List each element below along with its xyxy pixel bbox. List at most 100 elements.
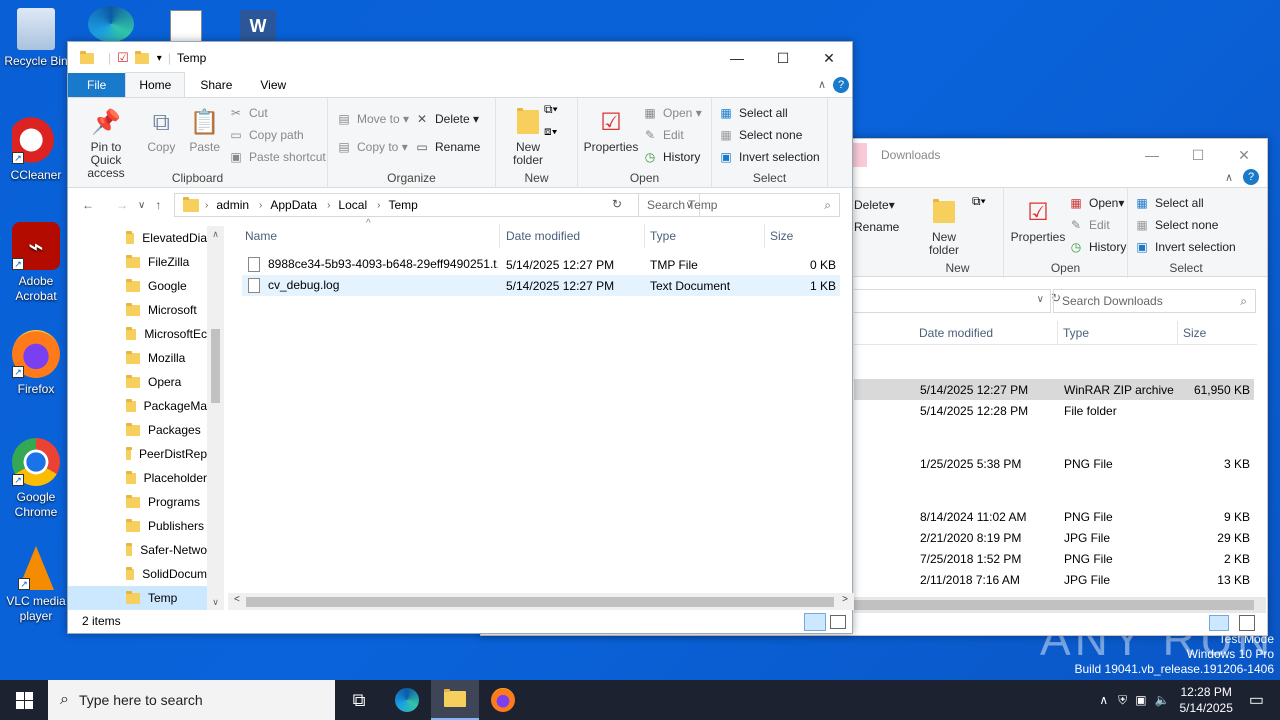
- details-view-button[interactable]: [804, 613, 826, 631]
- column-size[interactable]: Size: [765, 224, 841, 248]
- details-view-button[interactable]: [1209, 615, 1229, 631]
- rename-button[interactable]: ▭ Rename: [414, 136, 480, 158]
- search-downloads-input[interactable]: Search Downloads ⌕: [1053, 289, 1256, 313]
- nav-item[interactable]: Microsoft: [68, 298, 207, 322]
- column-type[interactable]: Type: [1058, 321, 1178, 345]
- delete-button[interactable]: ✕ Delete ▾: [414, 108, 480, 130]
- nav-item[interactable]: SolidDocum: [68, 562, 207, 586]
- customize-toolbar-icon[interactable]: ▾: [157, 53, 162, 64]
- ribbon-collapse-icon[interactable]: ∧: [1225, 171, 1233, 184]
- open-button[interactable]: ▦ Open ▾: [1068, 192, 1126, 214]
- temp-window[interactable]: | ☑ ▾ | Temp — ☐ ✕ File Home Share View …: [67, 41, 854, 634]
- chrome-shortcut[interactable]: ↗ Google Chrome: [0, 438, 72, 520]
- paste-button[interactable]: 📋 Paste: [185, 102, 225, 154]
- minimize-button[interactable]: —: [714, 42, 760, 74]
- select-none-button[interactable]: ▦ Select none: [1134, 214, 1238, 236]
- vlc-shortcut[interactable]: ↗ VLC media player: [0, 546, 72, 624]
- pin-to-quick-access-button[interactable]: 📌 Pin to Quick access: [74, 102, 138, 180]
- column-size[interactable]: Size: [1178, 321, 1258, 345]
- nav-item[interactable]: Google: [68, 274, 207, 298]
- properties-button[interactable]: ☑ Properties: [1010, 192, 1066, 244]
- network-icon[interactable]: ▣: [1135, 693, 1146, 707]
- new-folder-quick-icon[interactable]: [134, 50, 149, 64]
- nav-item[interactable]: Placeholder: [68, 466, 207, 490]
- column-date-modified[interactable]: Date modified: [914, 321, 1058, 345]
- maximize-button[interactable]: ☐: [1175, 139, 1221, 171]
- document-desktop-icon[interactable]: [170, 10, 202, 42]
- navigation-scrollbar[interactable]: ∧ ∨: [207, 226, 224, 610]
- forward-icon[interactable]: →: [116, 198, 128, 212]
- breadcrumb-temp[interactable]: Temp: [388, 198, 417, 212]
- large-icons-view-button[interactable]: [830, 615, 846, 629]
- nav-item[interactable]: Temp: [68, 586, 207, 610]
- nav-item[interactable]: PackageMa: [68, 394, 207, 418]
- column-type[interactable]: Type: [645, 224, 765, 248]
- copy-path-button[interactable]: ▭ Copy path: [228, 124, 326, 146]
- invert-selection-button[interactable]: ▣ Invert selection: [718, 146, 821, 168]
- breadcrumb-local[interactable]: Local: [338, 198, 367, 212]
- horizontal-scrollbar[interactable]: [854, 597, 1266, 613]
- nav-item[interactable]: Packages: [68, 418, 207, 442]
- refresh-icon[interactable]: ↻: [612, 197, 622, 211]
- start-button[interactable]: [0, 680, 48, 720]
- download-row[interactable]: 2/11/2018 7:16 AM JPG File 13 KB: [854, 569, 1254, 590]
- select-all-button[interactable]: ▦ Select all: [1134, 192, 1238, 214]
- new-item-icon[interactable]: ⧉▾: [972, 194, 986, 209]
- downloads-address-bar[interactable]: ∨: [854, 289, 1051, 313]
- maximize-button[interactable]: ☐: [760, 42, 806, 74]
- download-row[interactable]: 8/14/2024 11:02 AM PNG File 9 KB: [854, 506, 1254, 527]
- large-icons-view-button[interactable]: [1239, 615, 1255, 631]
- volume-icon[interactable]: 🔈: [1155, 693, 1170, 707]
- firefox-shortcut[interactable]: ↗ Firefox: [0, 330, 72, 397]
- breadcrumb-admin[interactable]: admin: [216, 198, 249, 212]
- recycle-bin-shortcut[interactable]: Recycle Bin: [0, 8, 72, 69]
- download-row[interactable]: 1/25/2025 5:38 PM PNG File 3 KB: [854, 453, 1254, 474]
- close-button[interactable]: ✕: [1221, 139, 1267, 171]
- nav-item[interactable]: Safer-Netwo: [68, 538, 207, 562]
- history-button[interactable]: ◷ History: [642, 146, 702, 168]
- file-row[interactable]: cv_debug.log 5/14/2025 12:27 PM Text Docum…: [242, 275, 840, 296]
- close-button[interactable]: ✕: [806, 42, 852, 74]
- download-row[interactable]: 2/21/2020 8:19 PM JPG File 29 KB: [854, 527, 1254, 548]
- nav-item[interactable]: Mozilla: [68, 346, 207, 370]
- move-to-button[interactable]: ▤ Move to ▾: [336, 108, 409, 130]
- column-name[interactable]: Name: [240, 224, 500, 248]
- firefox-taskbar-button[interactable]: [479, 680, 527, 720]
- properties-button[interactable]: ☑ Properties: [584, 102, 639, 154]
- notifications-icon[interactable]: ▭: [1249, 690, 1264, 710]
- nav-item[interactable]: ElevatedDia: [68, 226, 207, 250]
- up-icon[interactable]: ↑: [155, 198, 161, 212]
- breadcrumb-appdata[interactable]: AppData: [270, 198, 317, 212]
- search-temp-input[interactable]: Search Temp ⌕: [638, 193, 840, 217]
- edge-taskbar-button[interactable]: [383, 680, 431, 720]
- taskbar-search-box[interactable]: ⌕ Type here to search: [48, 680, 335, 720]
- file-explorer-taskbar-button[interactable]: [431, 680, 479, 720]
- edit-button[interactable]: ✎ Edit: [1068, 214, 1126, 236]
- security-icon[interactable]: ⛨: [1118, 693, 1127, 708]
- invert-selection-button[interactable]: ▣ Invert selection: [1134, 236, 1238, 258]
- download-row[interactable]: 5/14/2025 12:27 PM WinRAR ZIP archive 61,9…: [854, 379, 1254, 400]
- history-button[interactable]: ◷ History: [1068, 236, 1127, 258]
- select-all-button[interactable]: ▦ Select all: [718, 102, 821, 124]
- nav-item[interactable]: PeerDistRep: [68, 442, 207, 466]
- help-icon[interactable]: ?: [1243, 169, 1259, 185]
- help-icon[interactable]: ?: [833, 77, 849, 93]
- minimize-button[interactable]: —: [1129, 139, 1175, 171]
- ccleaner-shortcut[interactable]: ↗ CCleaner: [0, 116, 72, 183]
- rename-button[interactable]: Rename: [854, 216, 912, 238]
- copy-to-button[interactable]: ▤ Copy to ▾: [336, 136, 409, 158]
- select-none-button[interactable]: ▦ Select none: [718, 124, 821, 146]
- temp-titlebar[interactable]: | ☑ ▾ | Temp — ☐ ✕: [68, 42, 852, 74]
- tab-share[interactable]: Share: [185, 73, 247, 97]
- edge-desktop-icon[interactable]: [88, 6, 134, 42]
- tab-home[interactable]: Home: [125, 72, 186, 97]
- edit-button[interactable]: ✎ Edit: [642, 124, 702, 146]
- nav-item[interactable]: Opera: [68, 370, 207, 394]
- delete-button[interactable]: Delete ▾: [854, 194, 912, 216]
- nav-item[interactable]: Programs: [68, 490, 207, 514]
- nav-item[interactable]: Publishers: [68, 514, 207, 538]
- paste-shortcut-button[interactable]: ▣ Paste shortcut: [228, 146, 325, 168]
- task-view-button[interactable]: ⧉: [335, 680, 383, 720]
- recent-locations-icon[interactable]: ∨: [138, 200, 145, 211]
- properties-quick-icon[interactable]: ☑: [117, 50, 129, 66]
